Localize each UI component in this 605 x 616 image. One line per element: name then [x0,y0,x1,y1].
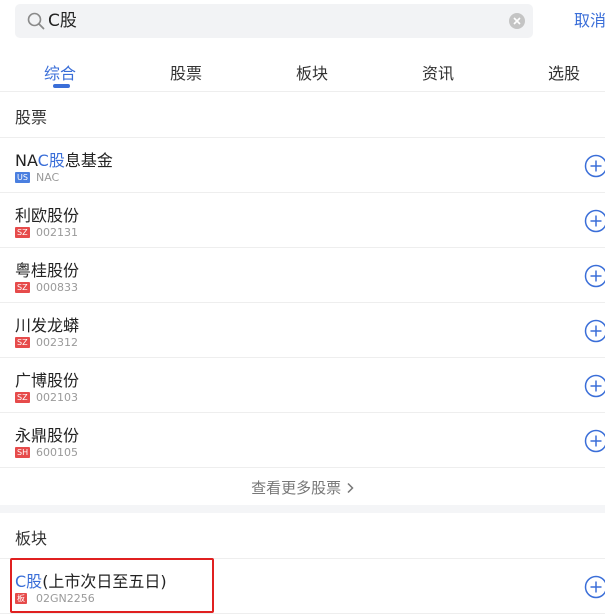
tab-news[interactable]: 资讯 [422,60,454,84]
stocks-section-header: 股票 [0,92,605,138]
market-badge: SZ [15,227,30,238]
plus-circle-icon[interactable] [584,154,605,178]
active-tab-indicator [53,84,70,88]
search-input[interactable] [48,4,508,38]
plus-circle-icon[interactable] [584,319,605,343]
stock-code: 000833 [36,281,78,294]
stock-name: 川发龙蟒 [15,316,80,335]
market-badge: SZ [15,337,30,348]
stock-row[interactable]: 粤桂股份 SZ 000833 [0,248,605,303]
category-tabs: 综合 股票 板块 资讯 选股 [0,54,605,92]
stock-row[interactable]: 利欧股份 SZ 002131 [0,193,605,248]
stock-code: 600105 [36,446,78,459]
clear-icon[interactable] [509,13,525,29]
plus-circle-icon[interactable] [584,209,605,233]
chevron-right-icon [347,482,354,494]
more-stocks-link[interactable]: 查看更多股票 [251,477,354,498]
stock-code: NAC [36,171,60,184]
stock-code: 002312 [36,336,78,349]
section-title: 板块 [15,529,48,548]
tab-stocks[interactable]: 股票 [170,60,202,84]
stock-name: 永鼎股份 [15,426,80,445]
market-badge: SZ [15,392,30,403]
plus-circle-icon[interactable] [584,575,605,599]
tab-comprehensive[interactable]: 综合 [44,60,76,84]
stock-name: 利欧股份 [15,206,80,225]
tab-sectors[interactable]: 板块 [296,60,328,84]
stock-code: 002131 [36,226,78,239]
market-badge: US [15,172,30,183]
cancel-button[interactable]: 取消 [574,4,605,38]
search-bar: 取消 [0,0,605,44]
stock-name: NAC股息基金 [15,151,113,170]
sectors-section-header: 板块 [0,513,605,559]
search-icon [27,12,45,30]
plus-circle-icon[interactable] [584,429,605,453]
stock-row[interactable]: 永鼎股份 SH 600105 [0,413,605,468]
plus-circle-icon[interactable] [584,374,605,398]
highlight-box [10,558,214,613]
stock-row[interactable]: 川发龙蟒 SZ 002312 [0,303,605,358]
section-title: 股票 [15,108,48,127]
search-box[interactable] [15,4,533,38]
stock-row[interactable]: NAC股息基金 US NAC [0,138,605,193]
more-stocks-row: 查看更多股票 [0,468,605,505]
tab-stock-picker[interactable]: 选股 [548,60,580,84]
stock-name: 粤桂股份 [15,261,80,280]
stock-row[interactable]: 广博股份 SZ 002103 [0,358,605,413]
stock-code: 002103 [36,391,78,404]
stock-name: 广博股份 [15,371,80,390]
market-badge: SH [15,447,31,458]
market-badge: SZ [15,282,30,293]
plus-circle-icon[interactable] [584,264,605,288]
section-divider [0,505,605,513]
